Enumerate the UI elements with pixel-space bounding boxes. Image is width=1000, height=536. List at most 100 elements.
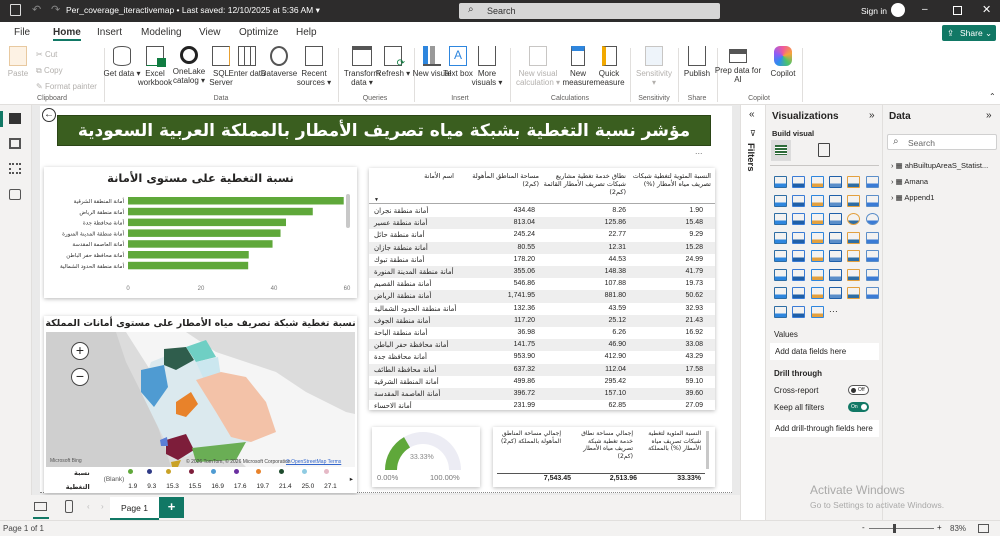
copy-button[interactable]: ⧉ Copy: [36, 66, 63, 76]
stacked-bar-icon[interactable]: [774, 176, 787, 188]
more-options-icon[interactable]: ...: [695, 146, 703, 156]
format-visual-icon[interactable]: [818, 143, 830, 157]
tab-modeling[interactable]: Modeling: [141, 27, 182, 38]
zoom-in-button[interactable]: +: [71, 342, 89, 360]
shape-map-icon[interactable]: [865, 231, 879, 244]
slicer-icon[interactable]: [828, 250, 842, 262]
dax-query-view-icon[interactable]: [9, 189, 21, 200]
fit-to-page-icon[interactable]: [978, 524, 989, 533]
image-icon[interactable]: [865, 287, 879, 299]
clustered-bar-icon[interactable]: [810, 176, 824, 188]
card-icon[interactable]: [774, 250, 787, 262]
qa-icon[interactable]: [847, 268, 861, 281]
column-header-area[interactable]: مساحة المناطق المأهولة (كم2): [469, 172, 539, 188]
values-field-well[interactable]: Add data fields here: [770, 343, 879, 360]
tab-help[interactable]: Help: [296, 27, 317, 38]
dataverse-button[interactable]: Dataverse: [259, 46, 299, 78]
key-influencers-icon[interactable]: [810, 268, 824, 281]
table-row[interactable]: أمانة منطقة الجوف 117.20 25.12 21.43: [369, 314, 715, 327]
legend-item[interactable]: 17.6: [233, 466, 253, 494]
tab-optimize[interactable]: Optimize: [239, 27, 278, 38]
tab-home[interactable]: Home: [53, 27, 81, 41]
pie-icon[interactable]: [847, 213, 861, 225]
minimize-icon[interactable]: –: [922, 4, 928, 15]
line-clustered-column-icon[interactable]: [865, 194, 879, 207]
legend-item[interactable]: 1.9: [128, 466, 143, 494]
goals-icon[interactable]: [774, 287, 787, 299]
zoom-in-icon[interactable]: +: [937, 523, 942, 532]
scatter-icon[interactable]: [828, 213, 842, 225]
sensitivity-button[interactable]: Sensitivity ▾: [634, 46, 674, 87]
power-apps-icon[interactable]: [810, 287, 824, 299]
ribbon-chart-icon[interactable]: [774, 213, 787, 225]
column-header-coverage-area[interactable]: نطاق خدمة تغطية مشاريع شبكات تصريف الأمط…: [541, 172, 626, 196]
quick-measure-button[interactable]: Quick measure: [589, 46, 629, 87]
button-slicer-icon[interactable]: [847, 287, 861, 299]
zoom-slider-thumb[interactable]: [893, 524, 896, 533]
prep-data-ai-button[interactable]: Prep data for AI: [711, 46, 765, 84]
matrix-icon[interactable]: [865, 250, 879, 262]
collapse-data-icon[interactable]: »: [986, 110, 992, 121]
map[interactable]: [46, 332, 355, 467]
table-row[interactable]: أمانة منطقة الرياض 1,741.95 881.80 50.62: [369, 290, 715, 303]
recent-sources-button[interactable]: Recent sources ▾: [294, 46, 334, 87]
treemap-icon[interactable]: [774, 231, 787, 244]
bar[interactable]: [128, 197, 344, 205]
more-visuals-button[interactable]: More visuals ▾: [467, 46, 507, 87]
build-visual-tab[interactable]: [771, 140, 791, 161]
legend-item[interactable]: 21.4: [279, 466, 298, 494]
filled-map-icon[interactable]: [810, 231, 824, 244]
previous-page-icon[interactable]: ‹: [87, 502, 90, 511]
funnel-icon[interactable]: [810, 213, 824, 225]
maximize-icon[interactable]: [953, 6, 962, 15]
legend-next-icon[interactable]: ▸: [350, 473, 353, 487]
table-item[interactable]: › ▦ Append1: [891, 190, 988, 206]
decomposition-tree-icon[interactable]: [828, 268, 842, 281]
new-visual-calculation-button[interactable]: New visual calculation ▾: [515, 46, 561, 87]
map-icon[interactable]: [792, 231, 806, 244]
area-chart-icon[interactable]: [792, 194, 806, 207]
table-row[interactable]: أمانة المنطقة الشرقية 499.86 295.42 59.10: [369, 376, 715, 388]
table-row[interactable]: أمانة محافظة الطائف 637.32 112.04 17.58: [369, 363, 715, 376]
multi-row-card-icon[interactable]: [792, 250, 806, 262]
desktop-layout-icon[interactable]: [34, 502, 47, 511]
expand-filters-icon[interactable]: «: [749, 109, 755, 120]
cross-report-toggle[interactable]: Off: [848, 385, 869, 395]
table-row[interactable]: أمانة العاصمة المقدسة 396.72 157.10 39.60: [369, 388, 715, 401]
tab-view[interactable]: View: [199, 27, 221, 38]
text-slicer-icon[interactable]: [792, 305, 806, 318]
cut-button[interactable]: ✂ Cut: [36, 50, 57, 59]
file-name[interactable]: Per_coverage_iteractivemap • Last saved:…: [66, 5, 320, 16]
table-icon[interactable]: [847, 250, 861, 262]
table-item[interactable]: › ▦ ahBuiltupAreaS_Statist...: [891, 158, 988, 174]
legend-item[interactable]: 27.1: [324, 466, 343, 494]
search-input[interactable]: ⌕ Search: [459, 3, 720, 19]
collapse-ribbon-icon[interactable]: ⌃: [989, 92, 996, 101]
line-column-icon[interactable]: [847, 194, 861, 207]
sort-icon[interactable]: ▼: [374, 196, 379, 204]
osm-terms-link[interactable]: © OpenStreetMap Terms: [286, 459, 341, 465]
legend-item[interactable]: 15.3: [166, 466, 185, 494]
filters-pane-collapsed[interactable]: « ⊽ Filters: [740, 105, 765, 520]
save-icon[interactable]: [10, 4, 21, 16]
share-button[interactable]: ⇪ Share ⌄: [942, 25, 996, 41]
data-search-input[interactable]: ⌕ Search: [887, 134, 997, 150]
stacked-area-icon[interactable]: [810, 194, 824, 207]
table-view-icon[interactable]: [9, 138, 21, 149]
zoom-slider[interactable]: [869, 528, 934, 529]
clustered-column-icon[interactable]: [828, 176, 842, 188]
table-row[interactable]: أمانة منطقة حائل 245.24 22.77 9.29: [369, 229, 715, 241]
100-area-icon[interactable]: [828, 194, 842, 207]
next-page-icon[interactable]: ›: [101, 502, 104, 511]
bar[interactable]: [128, 229, 281, 237]
table-row[interactable]: أمانة منطقة عسير 813.04 125.86 15.48: [369, 217, 715, 230]
python-visual-icon[interactable]: [792, 268, 806, 281]
donut-icon[interactable]: [865, 213, 879, 225]
bar[interactable]: [128, 218, 287, 227]
bar[interactable]: [128, 207, 313, 216]
back-arrow-icon[interactable]: ←: [42, 108, 56, 122]
bar[interactable]: [128, 251, 249, 259]
azure-map-icon[interactable]: [828, 231, 842, 244]
report-view-icon[interactable]: [9, 113, 21, 124]
paste-button[interactable]: Paste: [0, 46, 38, 78]
